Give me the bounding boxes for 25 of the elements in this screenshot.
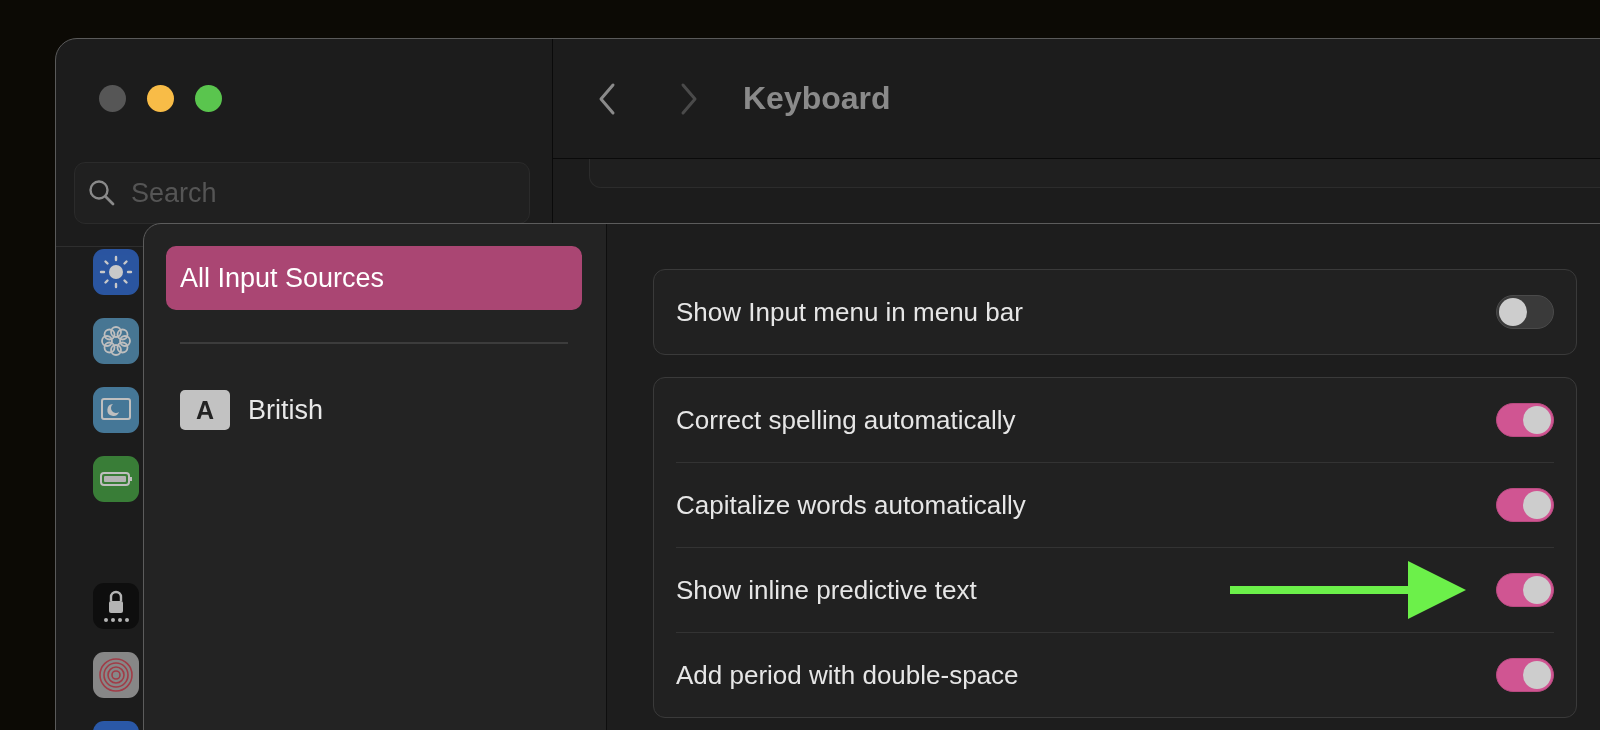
fingerprint-icon[interactable]	[93, 652, 139, 698]
setting-label: Capitalize words automatically	[676, 489, 1027, 521]
setting-label: Show inline predictive text	[676, 574, 978, 606]
toggle-switch[interactable]	[1496, 658, 1554, 692]
toggle-switch[interactable]	[1496, 403, 1554, 437]
input-source-item[interactable]: All Input Sources	[166, 246, 582, 310]
setting-label: Add period with double-space	[676, 659, 1020, 691]
toggle-switch[interactable]	[1496, 573, 1554, 607]
back-button[interactable]	[597, 81, 617, 116]
input-source-label: All Input Sources	[180, 262, 385, 294]
moon-screen-icon[interactable]	[93, 387, 139, 433]
minimize-button[interactable]	[147, 85, 174, 112]
window-title: Keyboard	[743, 80, 891, 117]
sun-icon[interactable]	[93, 249, 139, 295]
zoom-button[interactable]	[195, 85, 222, 112]
toggle-switch[interactable]	[1496, 488, 1554, 522]
padlock-icon[interactable]	[93, 583, 139, 629]
toggle-switch[interactable]	[1496, 295, 1554, 329]
flower-icon[interactable]	[93, 318, 139, 364]
input-source-item[interactable]: A British	[166, 378, 582, 442]
setting-label: Correct spelling automatically	[676, 404, 1017, 436]
keyboard-layout-icon: A	[180, 390, 230, 430]
input-source-label: British	[248, 394, 323, 426]
battery-icon[interactable]	[93, 456, 139, 502]
setting-label: Show Input menu in menu bar	[676, 296, 1024, 328]
